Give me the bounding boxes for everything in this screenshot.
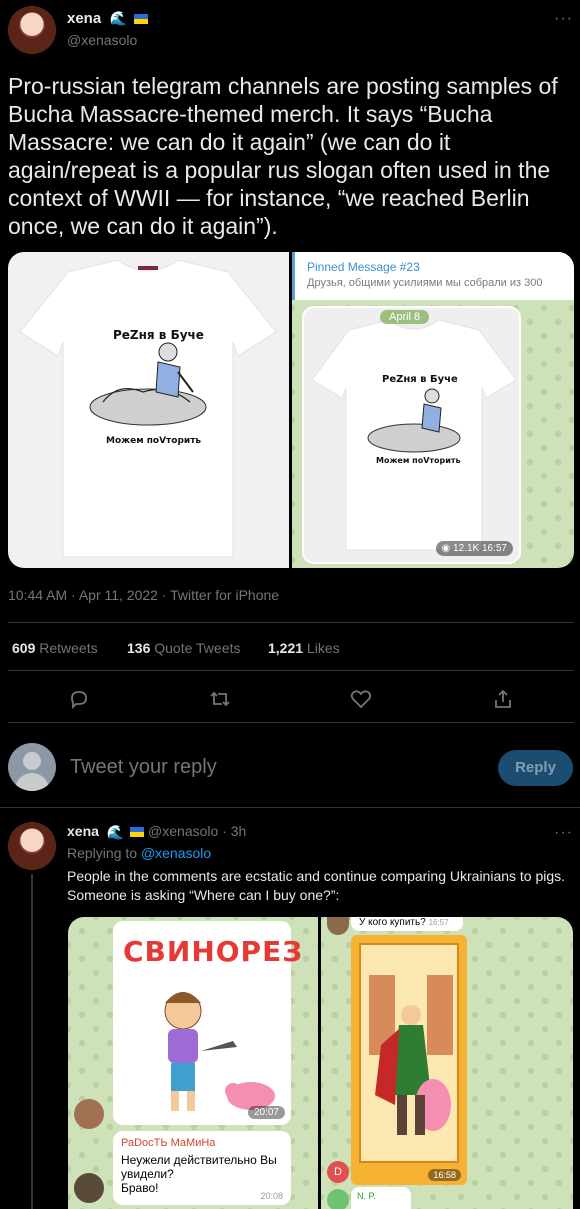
commenter-avatar	[74, 1099, 104, 1129]
icon-poster-image	[359, 943, 459, 1163]
asker-avatar	[327, 917, 349, 935]
author-handle[interactable]: @xenasolo	[67, 32, 137, 48]
divider	[8, 622, 574, 623]
reply-author-handle[interactable]: @xenasolo	[148, 823, 218, 839]
commenter-name: РаDосТЬ МаМиНа	[121, 1137, 216, 1149]
wave-icon: 🌊	[106, 823, 125, 840]
more-options-icon[interactable]: ···	[554, 10, 573, 28]
sticker-message: СВИНОРЕЗ 20:07	[113, 921, 302, 1125]
question-bubble: У кого купить? 16:57	[351, 917, 463, 931]
divider	[0, 807, 580, 808]
reply-author-name[interactable]: xena	[67, 823, 99, 839]
user-avatar-np	[327, 1189, 349, 1209]
message-time: 16:57	[481, 543, 507, 554]
views-badge: ◉ 12.1K 16:57	[435, 541, 513, 556]
reply-input[interactable]: Tweet your reply	[70, 756, 217, 779]
comment-text: Неужели действительно Вы увидели? Браво!	[121, 1153, 277, 1195]
shirt-print-small-line2: Можем поVторить	[376, 456, 461, 465]
author-name-row[interactable]: xena 🌊	[67, 10, 148, 28]
comment-bubble: РаDосТЬ МаМиНа Неужели действительно Вы …	[113, 1131, 291, 1205]
likes-stat[interactable]: 1,221 Likes	[268, 640, 340, 656]
retweets-stat[interactable]: 609 Retweets	[12, 640, 98, 656]
warrior-pig-illustration	[369, 975, 453, 1135]
commenter-avatar-2	[74, 1173, 104, 1203]
views-count: 12.1K	[453, 543, 480, 554]
pinned-text: Друзья, общими усилиями мы собрали из 30…	[307, 277, 543, 289]
reply-icon[interactable]	[68, 688, 90, 715]
eye-icon: ◉	[441, 543, 451, 554]
wave-icon: 🌊	[109, 10, 128, 27]
divider	[8, 722, 574, 723]
tweet-timestamp[interactable]: 10:44 AM · Apr 11, 2022 · Twitter for iP…	[8, 587, 279, 603]
author-name[interactable]: xena	[67, 10, 101, 27]
sticker-title: СВИНОРЕЗ	[123, 935, 304, 968]
tweet-media[interactable]: РеZня в Буче Можем поVторить Pinned Mess…	[8, 252, 574, 568]
media-shirt-photo[interactable]: РеZня в Буче Можем поVторить	[8, 252, 289, 568]
tshirt-image-small	[311, 319, 517, 551]
user-initial-avatar: D	[327, 1161, 349, 1183]
author-avatar[interactable]	[8, 6, 56, 54]
tshirt-image	[19, 259, 277, 558]
reply-text: People in the comments are ecstatic and …	[67, 868, 566, 903]
pinned-message-bar: Pinned Message #23 Друзья, общими усилия…	[292, 252, 574, 300]
replying-to-link[interactable]: @xenasolo	[141, 845, 211, 861]
sticker-time: 20:07	[247, 1106, 285, 1119]
ukraine-flag-icon	[133, 13, 148, 24]
retweet-icon[interactable]	[208, 688, 232, 715]
shirt-print-line1: РеZня в Буче	[113, 328, 204, 342]
reply-media-left[interactable]: СВИНОРЕЗ 20:07 РаDосТЬ МаМиНа Неужели де…	[68, 917, 318, 1209]
reply-media[interactable]: СВИНОРЕЗ 20:07 РаDосТЬ МаМиНа Неужели де…	[68, 917, 573, 1209]
reply-header[interactable]: xena 🌊 @xenasolo · 3h	[67, 823, 246, 841]
poster-time: 16:58	[428, 1169, 461, 1181]
date-badge: April 8	[380, 310, 430, 324]
photo-message: РеZня в Буче Можем поVторить April 8 ◉ 1…	[302, 306, 521, 564]
ukraine-flag-icon	[130, 827, 145, 838]
reply-author-avatar[interactable]	[8, 822, 56, 870]
media-telegram-screenshot[interactable]: Pinned Message #23 Друзья, общими усилия…	[292, 252, 574, 568]
pinned-title: Pinned Message #23	[307, 260, 420, 274]
share-icon[interactable]	[492, 688, 514, 715]
np-bubble: N. P.	[351, 1187, 411, 1209]
current-user-avatar[interactable]	[8, 743, 56, 791]
like-icon[interactable]	[350, 688, 372, 715]
comment-time: 20:08	[260, 1191, 283, 1201]
reply-time[interactable]: · 3h	[222, 823, 246, 839]
shirt-print-small-line1: РеZня в Буче	[382, 374, 458, 385]
thread-line	[31, 874, 33, 1209]
reply-button[interactable]: Reply	[498, 750, 573, 786]
reply-media-right[interactable]: У кого купить? 16:57 16:58 D N. P.	[321, 917, 573, 1209]
tweet-text: Pro-russian telegram channels are postin…	[8, 73, 558, 239]
reply-more-options-icon[interactable]: ···	[554, 824, 573, 842]
poster-message: 16:58	[351, 935, 467, 1185]
quote-tweets-stat[interactable]: 136 Quote Tweets	[127, 640, 240, 656]
shirt-print-line2: Можем поVторить	[106, 436, 202, 446]
divider	[8, 670, 574, 671]
replying-to: Replying to @xenasolo	[67, 845, 212, 861]
boy-with-pig-illustration	[164, 992, 275, 1111]
